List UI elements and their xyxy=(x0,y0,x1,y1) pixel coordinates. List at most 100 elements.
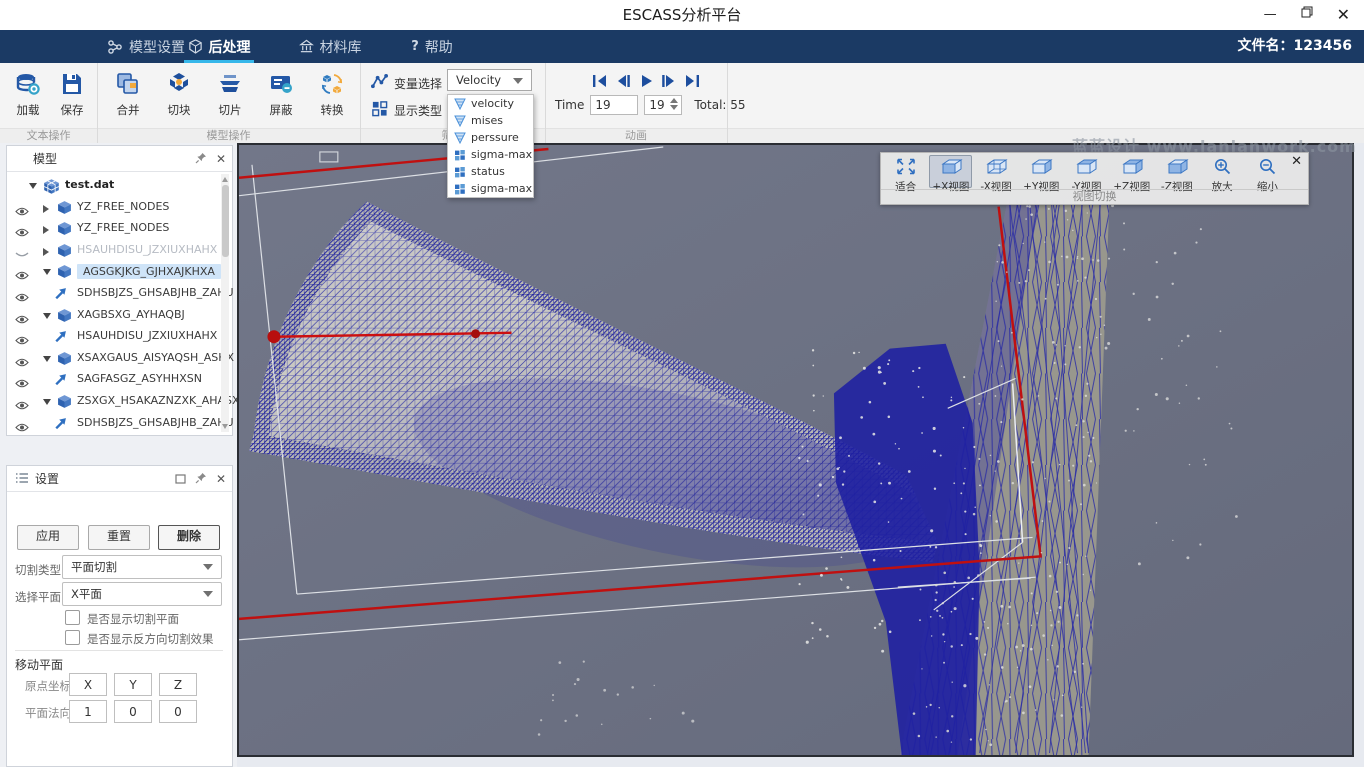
tree-node-label[interactable]: XSAXGAUS_AISYAQSH_ASHX xyxy=(77,351,234,364)
variable-select-button[interactable]: 变量选择 xyxy=(371,73,442,94)
dropdown-option-sigma-max[interactable]: sigma-max xyxy=(448,146,533,163)
tree-node-label[interactable]: SAGFASGZ_ASYHHXSN xyxy=(77,372,202,385)
toolbar-button-切片[interactable]: 切片 xyxy=(208,69,252,123)
tree-node-label[interactable]: XAGBSXG_AYHAQBJ xyxy=(77,308,185,321)
cut-type-select[interactable]: 平面切割 xyxy=(62,555,222,579)
nav-tab-4[interactable]: ?帮助 xyxy=(402,30,462,63)
spinner-arrows[interactable] xyxy=(670,96,680,112)
tree-node-label[interactable]: ZSXGX_HSAKAZNZXK_AHASX xyxy=(77,394,240,407)
tree-row[interactable]: HSAUHDISU_JZXIUXHAHX xyxy=(7,240,232,262)
tree-row[interactable]: XAGBSXG_AYHAQBJ xyxy=(7,305,232,327)
dropdown-option-status[interactable]: status xyxy=(448,163,533,180)
origin-y-input[interactable] xyxy=(114,673,152,696)
view-button-+Z视图[interactable]: +Z视图 xyxy=(1110,155,1153,188)
normal-z-input[interactable] xyxy=(159,700,197,723)
eye-open-icon[interactable] xyxy=(15,396,29,407)
collapse-arrow-icon[interactable] xyxy=(43,248,49,256)
viewport-3d[interactable] xyxy=(237,143,1354,757)
eye-closed-icon[interactable] xyxy=(15,245,29,256)
nav-tab-3[interactable]: 材料库 xyxy=(292,30,368,63)
skip-last-icon[interactable] xyxy=(684,73,701,87)
normal-y-input[interactable] xyxy=(114,700,152,723)
dropdown-option-mises[interactable]: mises xyxy=(448,112,533,129)
close-panel-icon[interactable]: ✕ xyxy=(216,472,226,486)
view-button-缩小[interactable]: 缩小 xyxy=(1246,155,1289,188)
eye-open-icon[interactable] xyxy=(15,353,29,364)
collapse-arrow-icon[interactable] xyxy=(43,226,49,234)
toolbar-button-屏蔽[interactable]: 屏蔽 xyxy=(259,69,303,123)
tree-row[interactable]: SAGFASGZ_ASYHHXSN xyxy=(7,369,232,391)
skip-first-icon[interactable] xyxy=(592,73,609,87)
reverse-cut-checkbox[interactable] xyxy=(65,630,80,645)
step-forward-icon[interactable] xyxy=(661,73,678,87)
tree-row[interactable]: YZ_FREE_NODES xyxy=(7,197,232,219)
eye-open-icon[interactable] xyxy=(15,202,29,213)
tree-row[interactable]: SDHSBJZS_GHSABJHB_ZAHU xyxy=(7,283,232,305)
dropdown-option-velocity[interactable]: velocity xyxy=(448,95,533,112)
origin-z-input[interactable] xyxy=(159,673,197,696)
view-button-+Y视图[interactable]: +Y视图 xyxy=(1020,155,1063,188)
show-cut-plane-checkbox[interactable] xyxy=(65,610,80,625)
tree-row[interactable]: AGSGKJKG_GJHXAJKHXA xyxy=(7,261,232,283)
close-icon[interactable]: ✕ xyxy=(1337,0,1350,30)
eye-open-icon[interactable] xyxy=(15,418,29,429)
step-back-icon[interactable] xyxy=(615,73,632,87)
view-button-适合[interactable]: 适合 xyxy=(884,155,927,188)
expand-arrow-icon[interactable] xyxy=(43,399,51,405)
tree-row[interactable]: ZSXGX_HSAKAZNZXK_AHASX xyxy=(7,391,232,413)
select-plane-select[interactable]: X平面 xyxy=(62,582,222,606)
tree-row[interactable]: SDHSBJZS_GHSABJHB_ZAHU xyxy=(7,413,232,435)
settings-button-1[interactable]: 应用 xyxy=(17,525,79,550)
tree-node-label[interactable]: YZ_FREE_NODES xyxy=(77,221,169,234)
dropdown-option-perssure[interactable]: perssure xyxy=(448,129,533,146)
nav-tab-2[interactable]: 后处理 xyxy=(184,30,254,63)
view-button--Y视图[interactable]: -Y视图 xyxy=(1065,155,1108,188)
expand-arrow-icon[interactable] xyxy=(43,356,51,362)
variable-dropdown[interactable]: Velocity xyxy=(447,69,532,91)
settings-button-3[interactable]: 删除 xyxy=(158,525,220,550)
eye-open-icon[interactable] xyxy=(15,310,29,321)
nav-tab-1[interactable]: 模型设置 xyxy=(100,30,192,63)
toolbar-button-切块[interactable]: 切块 xyxy=(157,69,201,123)
settings-button-2[interactable]: 重置 xyxy=(88,525,150,550)
toolbar-button-保存[interactable]: 保存 xyxy=(50,69,94,123)
view-button-+X视图[interactable]: +X视图 xyxy=(929,155,972,188)
tree-node-label[interactable]: SDHSBJZS_GHSABJHB_ZAHU xyxy=(77,286,234,299)
pin-icon[interactable] xyxy=(195,149,207,168)
toolbar-button-合并[interactable]: 合并 xyxy=(106,69,150,123)
expand-arrow-icon[interactable] xyxy=(29,183,37,189)
normal-x-input[interactable] xyxy=(69,700,107,723)
tree-row[interactable]: XSAXGAUS_AISYAQSH_ASHX xyxy=(7,348,232,370)
close-icon[interactable]: ✕ xyxy=(1291,154,1302,169)
restore-icon[interactable] xyxy=(1301,0,1313,30)
expand-arrow-icon[interactable] xyxy=(43,269,51,275)
toolbar-button-转换[interactable]: 转换 xyxy=(310,69,354,123)
tree-node-label[interactable]: HSAUHDISU_JZXIUXHAHX xyxy=(77,329,217,342)
time-spinner[interactable] xyxy=(644,94,682,115)
view-button--Z视图[interactable]: -Z视图 xyxy=(1155,155,1198,188)
tree-node-label[interactable]: SDHSBJZS_GHSABJHB_ZAHU xyxy=(77,416,234,429)
toolbar-button-加载[interactable]: 加载 xyxy=(6,69,50,123)
eye-open-icon[interactable] xyxy=(15,223,29,234)
tree-node-label[interactable]: YZ_FREE_NODES xyxy=(77,200,169,213)
collapse-arrow-icon[interactable] xyxy=(43,205,49,213)
tree-scrollbar[interactable] xyxy=(221,174,229,432)
tree-row[interactable]: HSAUHDISU_JZXIUXHAHX xyxy=(7,326,232,348)
display-type-button[interactable]: 显示类型 xyxy=(371,100,442,121)
tree-node-label[interactable]: AGSGKJKG_GJHXAJKHXA xyxy=(77,264,221,279)
time-input[interactable] xyxy=(590,95,638,115)
pin-icon[interactable] xyxy=(195,469,207,488)
eye-open-icon[interactable] xyxy=(15,374,29,385)
view-button--X视图[interactable]: -X视图 xyxy=(974,155,1017,188)
minimize-icon[interactable]: — xyxy=(1264,0,1277,30)
eye-open-icon[interactable] xyxy=(15,331,29,342)
tree-row[interactable]: YZ_FREE_NODES xyxy=(7,218,232,240)
tree-node-label[interactable]: test.dat xyxy=(65,178,114,191)
tree-node-label[interactable]: HSAUHDISU_JZXIUXHAHX xyxy=(77,243,217,256)
view-button-放大[interactable]: 放大 xyxy=(1201,155,1244,188)
eye-open-icon[interactable] xyxy=(15,288,29,299)
maximize-icon[interactable] xyxy=(175,469,186,488)
origin-x-input[interactable] xyxy=(69,673,107,696)
play-icon[interactable] xyxy=(638,73,655,87)
close-panel-icon[interactable]: ✕ xyxy=(216,152,226,166)
